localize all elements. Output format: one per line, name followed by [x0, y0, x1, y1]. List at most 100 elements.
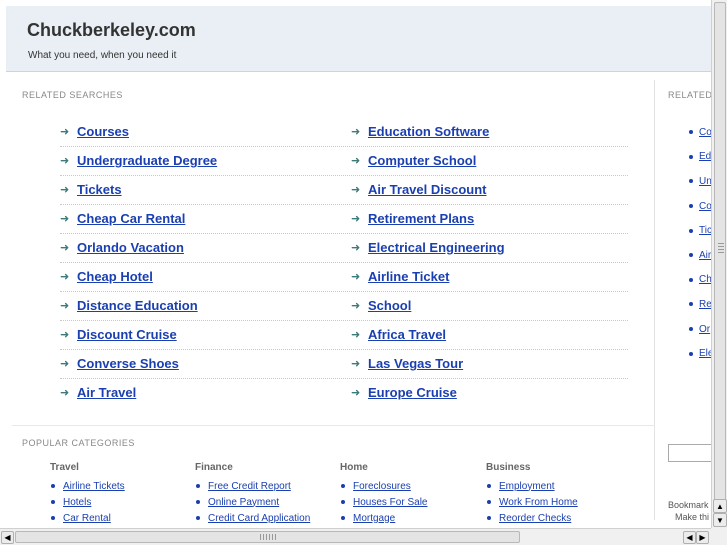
make-homepage-text[interactable]: Make thi: [675, 512, 709, 520]
related-link[interactable]: Education Software: [368, 124, 489, 139]
related-link[interactable]: Air Travel Discount: [368, 182, 486, 197]
category-business: Business Employment Work From Home Reord…: [486, 462, 626, 526]
arrow-icon: ➜: [60, 387, 70, 399]
list-item: Ch: [688, 268, 711, 293]
side-link[interactable]: Or: [699, 324, 710, 335]
side-link[interactable]: Re: [699, 299, 711, 310]
category-link[interactable]: Reorder Checks: [499, 513, 571, 524]
related-link[interactable]: Airline Ticket: [368, 269, 449, 284]
related-link-item[interactable]: ➜ Electrical Engineering: [351, 240, 505, 255]
category-link[interactable]: Free Credit Report: [208, 481, 291, 492]
related-link[interactable]: Discount Cruise: [77, 327, 177, 342]
related-link-item[interactable]: ➜ Retirement Plans: [351, 211, 474, 226]
arrow-icon: ➜: [351, 155, 361, 167]
related-link[interactable]: Air Travel: [77, 385, 136, 400]
category-link[interactable]: Credit Card Application: [208, 513, 310, 524]
side-link[interactable]: Ed: [699, 151, 711, 162]
related-link-item[interactable]: ➜ Airline Ticket: [351, 269, 449, 284]
related-link-item[interactable]: ➜ Air Travel Discount: [351, 182, 486, 197]
bullet-icon: [689, 351, 693, 356]
related-link[interactable]: Converse Shoes: [77, 356, 179, 371]
related-link-item[interactable]: ➜ Las Vegas Tour: [351, 356, 463, 371]
related-link-item[interactable]: ➜ Computer School: [351, 153, 476, 168]
category-link[interactable]: Online Payment: [208, 497, 279, 508]
category-link[interactable]: Employment: [499, 481, 555, 492]
related-link-item[interactable]: ➜ Converse Shoes: [60, 356, 179, 371]
related-link-item[interactable]: ➜ School: [351, 298, 411, 313]
bullet-icon: [689, 302, 693, 307]
arrow-icon: ➜: [351, 300, 361, 312]
related-link-item[interactable]: ➜ Education Software: [351, 124, 489, 139]
site-title[interactable]: Chuckberkeley.com: [27, 20, 196, 41]
bullet-icon: [487, 516, 491, 520]
scroll-down-button[interactable]: ▼: [713, 513, 727, 527]
related-link[interactable]: Retirement Plans: [368, 211, 474, 226]
bullet-icon: [487, 484, 491, 488]
scroll-up-button[interactable]: ▲: [713, 499, 727, 513]
related-link-item[interactable]: ➜ Tickets: [60, 182, 122, 197]
arrow-icon: ➜: [60, 184, 70, 196]
category-link[interactable]: Airline Tickets: [63, 481, 125, 492]
related-link-item[interactable]: ➜ Undergraduate Degree: [60, 153, 217, 168]
related-link-item[interactable]: ➜ Africa Travel: [351, 327, 446, 342]
side-link[interactable]: Co: [699, 201, 711, 212]
related-searches-heading: RELATED SEARCHES: [22, 90, 123, 100]
related-link[interactable]: Africa Travel: [368, 327, 446, 342]
category-link[interactable]: Mortgage: [353, 513, 395, 524]
horizontal-scroll-thumb[interactable]: [15, 531, 520, 543]
bullet-icon: [51, 484, 55, 488]
link-row: ➜ Discount Cruise ➜ Africa Travel: [60, 321, 628, 350]
related-link[interactable]: Courses: [77, 124, 129, 139]
side-link[interactable]: Ch: [699, 274, 711, 285]
related-link[interactable]: Distance Education: [77, 298, 198, 313]
scroll-left-button[interactable]: ◀: [1, 531, 14, 544]
scroll-right-button[interactable]: ▶: [696, 531, 709, 544]
related-link-item[interactable]: ➜ Air Travel: [60, 385, 136, 400]
link-row: ➜ Cheap Car Rental ➜ Retirement Plans: [60, 205, 628, 234]
related-link[interactable]: Cheap Hotel: [77, 269, 153, 284]
link-row: ➜ Air Travel ➜ Europe Cruise: [60, 379, 628, 408]
horizontal-scrollbar[interactable]: ◀ ◀ ▶: [0, 528, 711, 545]
side-link[interactable]: Un: [699, 176, 711, 187]
link-row: ➜ Courses ➜ Education Software: [60, 118, 628, 147]
side-link[interactable]: Co: [699, 127, 711, 138]
arrow-icon: ➜: [351, 184, 361, 196]
related-link[interactable]: Computer School: [368, 153, 476, 168]
related-link-item[interactable]: ➜ Orlando Vacation: [60, 240, 184, 255]
related-link-item[interactable]: ➜ Cheap Hotel: [60, 269, 153, 284]
related-link-item[interactable]: ➜ Distance Education: [60, 298, 198, 313]
category-link[interactable]: Car Rental: [63, 513, 111, 524]
related-link-item[interactable]: ➜ Europe Cruise: [351, 385, 457, 400]
related-link-item[interactable]: ➜ Cheap Car Rental: [60, 211, 185, 226]
related-link[interactable]: Cheap Car Rental: [77, 211, 185, 226]
category-link[interactable]: Work From Home: [499, 497, 578, 508]
side-link[interactable]: Air: [699, 250, 711, 261]
category-link[interactable]: Hotels: [63, 497, 91, 508]
list-item: Employment: [486, 478, 626, 494]
list-item: Online Payment: [195, 494, 335, 510]
category-title: Travel: [50, 462, 79, 473]
related-link[interactable]: Electrical Engineering: [368, 240, 505, 255]
list-item: Mortgage: [340, 510, 480, 526]
related-link[interactable]: School: [368, 298, 411, 313]
side-related-panel: RELATED Co Ed Un Co Tic Air Ch Re Or Ele…: [660, 80, 711, 520]
side-link[interactable]: Ele: [699, 348, 711, 359]
related-link[interactable]: Orlando Vacation: [77, 240, 184, 255]
related-link-item[interactable]: ➜ Courses: [60, 124, 129, 139]
bullet-icon: [689, 130, 693, 135]
vertical-scrollbar[interactable]: ▲ ▼: [711, 0, 727, 528]
related-link[interactable]: Las Vegas Tour: [368, 356, 463, 371]
related-link[interactable]: Tickets: [77, 182, 122, 197]
vertical-scroll-thumb[interactable]: [714, 2, 726, 512]
scroll-left-button-right[interactable]: ◀: [683, 531, 696, 544]
list-item: Ed: [688, 145, 711, 170]
link-row: ➜ Cheap Hotel ➜ Airline Ticket: [60, 263, 628, 292]
category-link[interactable]: Foreclosures: [353, 481, 411, 492]
side-link[interactable]: Tic: [699, 225, 711, 236]
side-search-input[interactable]: [668, 444, 711, 462]
related-link[interactable]: Undergraduate Degree: [77, 153, 217, 168]
bookmark-text[interactable]: Bookmark: [668, 500, 709, 510]
related-link[interactable]: Europe Cruise: [368, 385, 457, 400]
related-link-item[interactable]: ➜ Discount Cruise: [60, 327, 177, 342]
category-link[interactable]: Houses For Sale: [353, 497, 427, 508]
